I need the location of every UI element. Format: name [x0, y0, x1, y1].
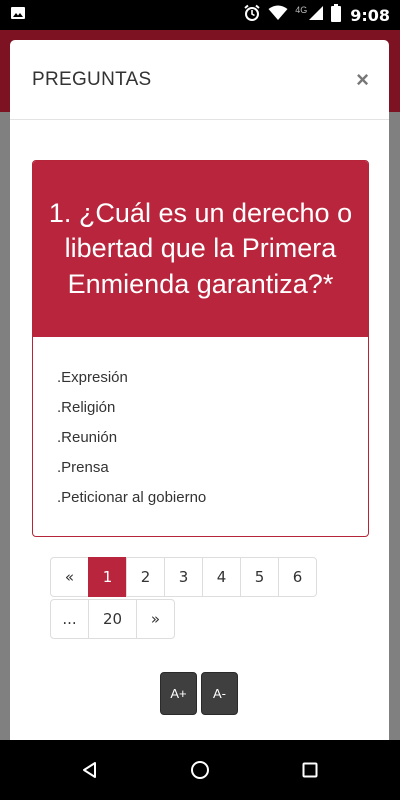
- page-previous-button[interactable]: «: [50, 557, 89, 597]
- answer-item: .Prensa: [57, 459, 109, 476]
- font-decrease-button[interactable]: A-: [201, 672, 238, 715]
- clock: 9:08: [350, 5, 390, 25]
- page-4-button[interactable]: 4: [202, 557, 241, 597]
- battery-icon: [331, 3, 342, 27]
- back-icon[interactable]: [75, 755, 105, 785]
- page-6-button[interactable]: 6: [278, 557, 317, 597]
- question-card: 1. ¿Cuál es un derecho o libertad que la…: [32, 160, 369, 537]
- page-5-button[interactable]: 5: [240, 557, 279, 597]
- page-20-button[interactable]: 20: [88, 599, 137, 639]
- network-type: 4G: [295, 5, 308, 15]
- question-text: 1. ¿Cuál es un derecho o libertad que la…: [33, 161, 368, 337]
- image-icon: [10, 5, 26, 26]
- wifi-icon: [268, 5, 288, 26]
- questions-modal: PREGUNTAS × 1. ¿Cuál es un derecho o lib…: [10, 40, 389, 740]
- status-bar: 4G 9:08: [0, 0, 400, 30]
- modal-header: PREGUNTAS ×: [10, 40, 389, 120]
- page-next-button[interactable]: »: [136, 599, 175, 639]
- answers-list: .Expresión .Religión .Reunión .Prensa .P…: [33, 337, 368, 536]
- alarm-icon: [243, 4, 261, 27]
- page-3-button[interactable]: 3: [164, 557, 203, 597]
- font-increase-button[interactable]: A+: [160, 672, 197, 715]
- page-2-button[interactable]: 2: [126, 557, 165, 597]
- home-icon[interactable]: [185, 755, 215, 785]
- answer-item: .Reunión: [57, 429, 118, 446]
- pagination: « 1 2 3 4 5 6 ... 20 »: [50, 557, 340, 639]
- answer-item: .Religión: [57, 399, 116, 416]
- close-button[interactable]: ×: [356, 68, 369, 91]
- font-size-controls: A+ A-: [160, 672, 238, 715]
- recents-icon[interactable]: [295, 755, 325, 785]
- signal-icon: [308, 5, 324, 26]
- page-ellipsis: ...: [50, 599, 89, 639]
- navigation-bar: [0, 740, 400, 800]
- modal-title: PREGUNTAS: [32, 68, 152, 90]
- page-1-button[interactable]: 1: [88, 557, 127, 597]
- answer-item: .Peticionar al gobierno: [57, 489, 207, 506]
- answer-item: .Expresión: [57, 369, 128, 386]
